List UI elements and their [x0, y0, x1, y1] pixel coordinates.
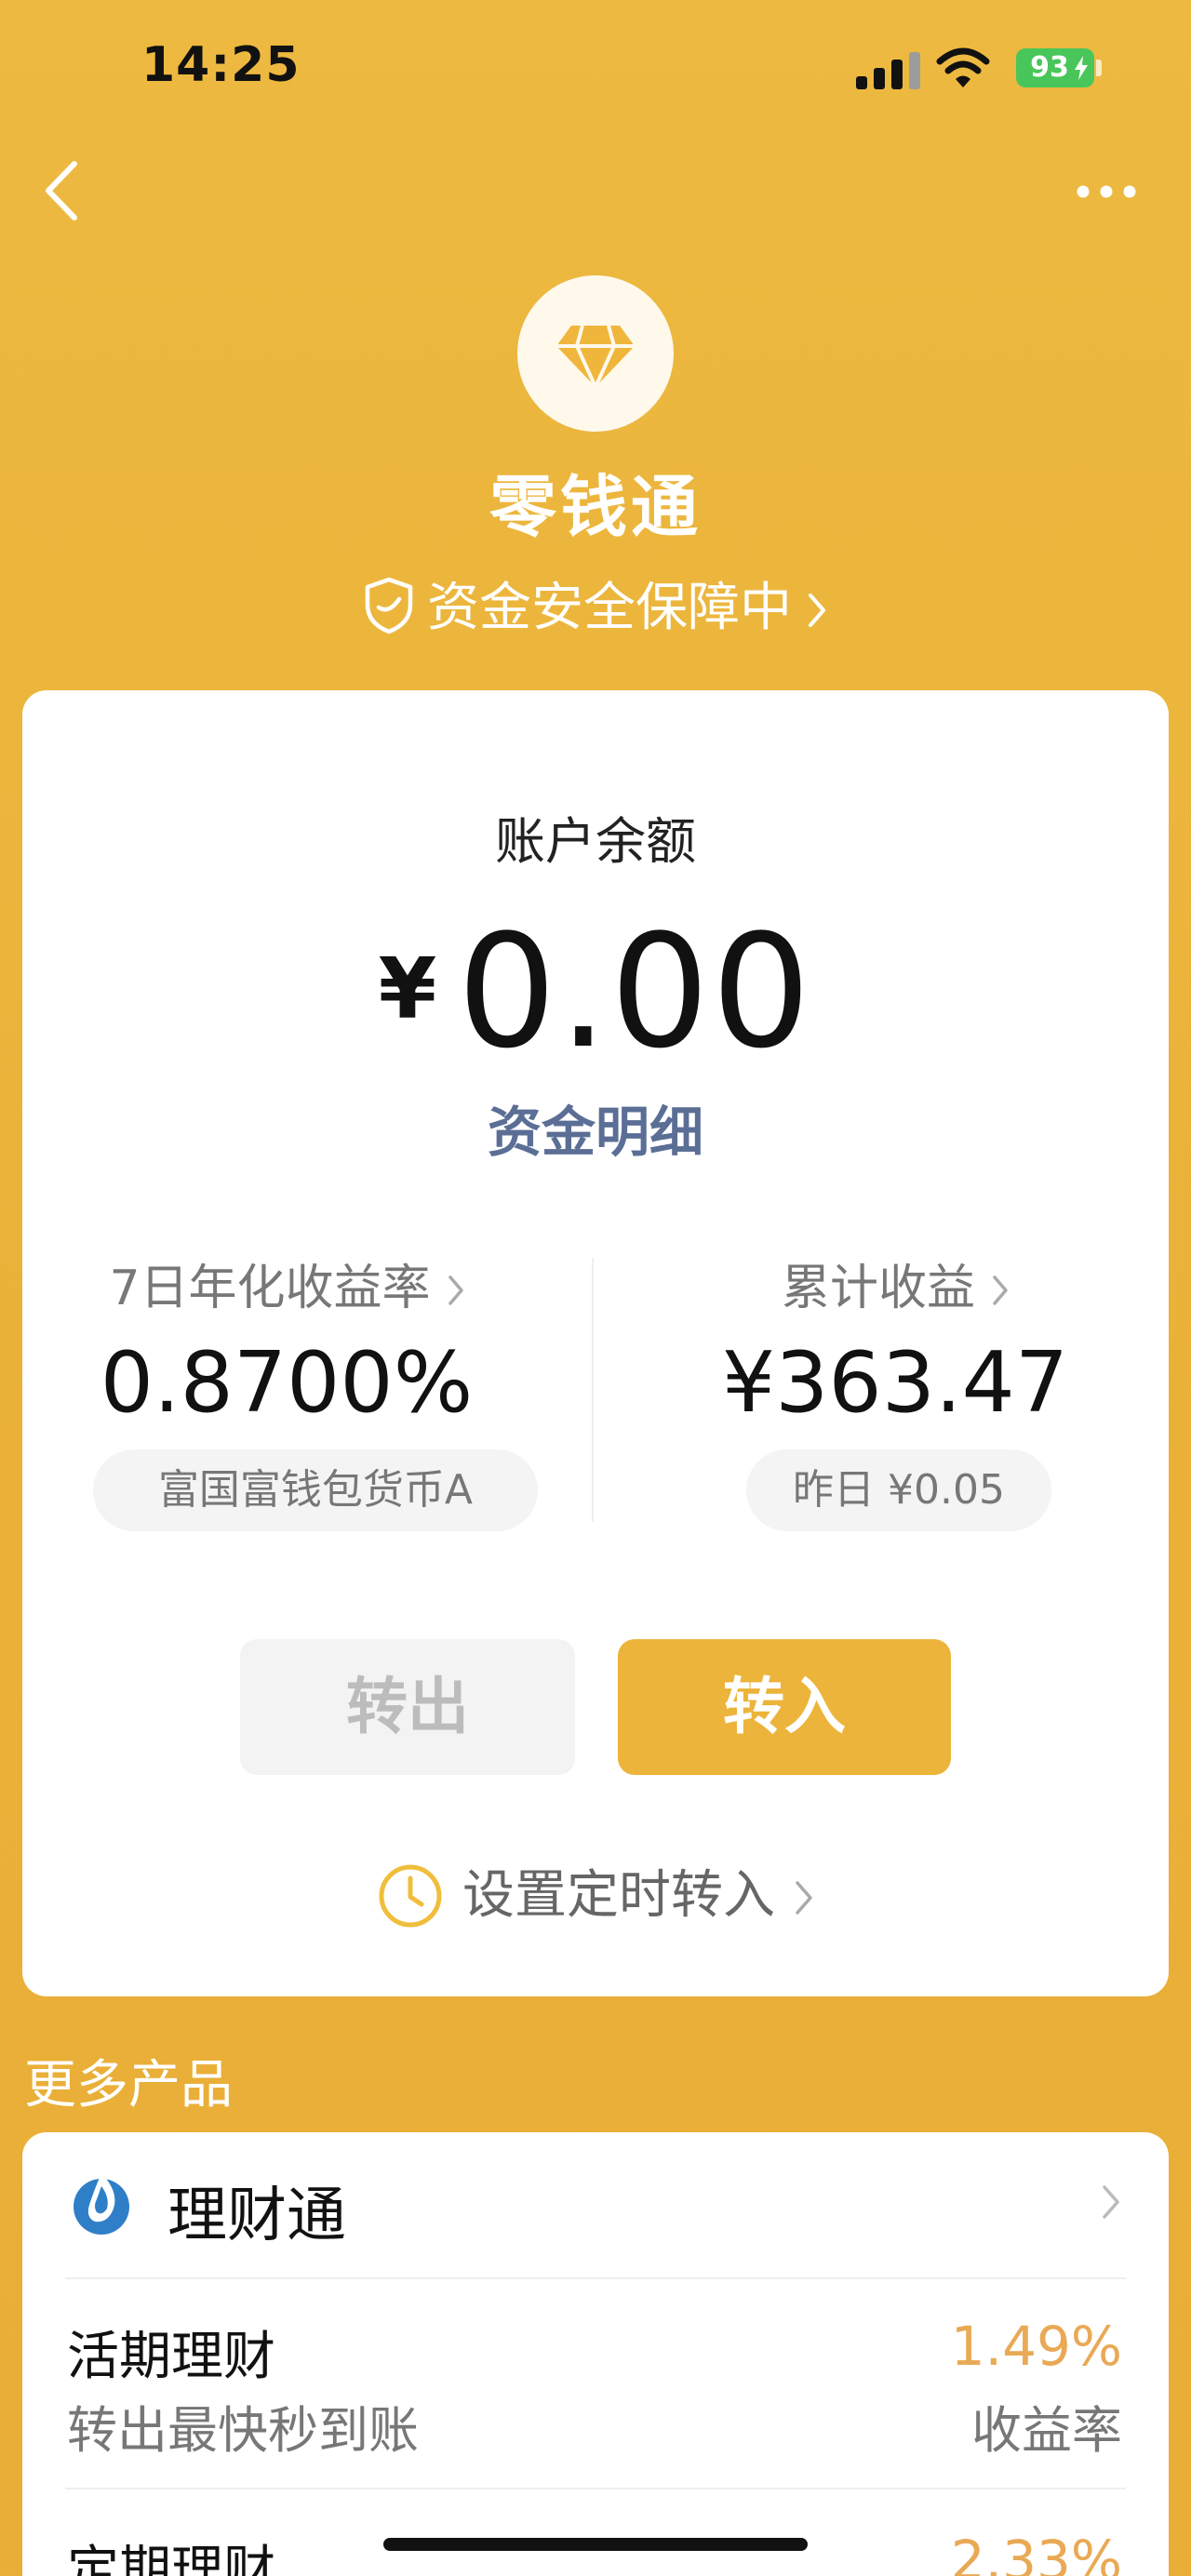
demand-finance-title[interactable]: 活期理财 — [67, 2315, 275, 2390]
shield-icon — [365, 577, 413, 634]
balance-label: 账户余额 — [495, 812, 696, 871]
battery-indicator: 93 — [1016, 48, 1094, 87]
back-chevron-icon[interactable] — [41, 158, 84, 223]
safety-link[interactable]: 资金安全保障中 — [0, 566, 1191, 641]
total-earnings-value: ¥363.47 — [721, 1334, 1069, 1432]
battery-cap — [1096, 60, 1102, 76]
wifi-icon — [936, 47, 990, 87]
home-indicator[interactable] — [383, 2538, 808, 2551]
status-time: 14:25 — [141, 37, 301, 93]
yield-label: 7日年化收益率 — [109, 1261, 431, 1316]
chevron-right-icon — [448, 1275, 463, 1305]
fund-detail-link[interactable]: 资金明细 — [22, 1088, 1169, 1167]
chevron-right-icon — [993, 1275, 1008, 1305]
demand-finance-rate: 1.49% — [950, 2315, 1122, 2378]
balance-value: 0.00 — [457, 901, 813, 1083]
fixed-finance-title[interactable]: 定期理财 — [67, 2529, 275, 2576]
safety-text: 资金安全保障中 — [427, 578, 792, 638]
charging-bolt-icon — [1075, 56, 1088, 80]
balance-card: 账户余额 ¥0.00 资金明细 7日年化收益率 0.8700% 富国富钱包货币A… — [22, 690, 1169, 1996]
scheduled-transfer-link[interactable]: 设置定时转入 — [22, 1853, 1169, 1929]
product-name: 理财通 — [167, 2182, 346, 2250]
fixed-finance-rate: 2.33% — [950, 2529, 1122, 2576]
diamond-icon — [556, 325, 635, 392]
stats-divider — [592, 1258, 594, 1522]
transfer-out-button[interactable]: 转出 — [240, 1639, 575, 1775]
schedule-text: 设置定时转入 — [462, 1865, 775, 1926]
divider — [65, 2277, 1126, 2279]
transfer-in-button[interactable]: 转入 — [618, 1639, 951, 1775]
page-title: 零钱通 — [488, 468, 702, 546]
lingqiantong-logo — [517, 275, 674, 432]
divider — [65, 2488, 1126, 2489]
licaitong-card[interactable]: 理财通 活期理财 转出最快秒到账 1.49% 收益率 定期理财 2.33% — [22, 2132, 1169, 2576]
chevron-right-icon — [1103, 2185, 1119, 2219]
currency-symbol: ¥ — [378, 941, 437, 1038]
yesterday-earnings-badge: 昨日 ¥0.05 — [746, 1449, 1051, 1531]
demand-finance-rate-label: 收益率 — [971, 2401, 1122, 2460]
total-label: 累计收益 — [781, 1261, 975, 1316]
demand-finance-subtitle: 转出最快秒到账 — [67, 2401, 419, 2460]
chevron-right-icon — [796, 1881, 812, 1915]
balance-amount: ¥0.00 — [22, 901, 1169, 1083]
licaitong-logo-icon — [74, 2173, 129, 2235]
clock-icon — [379, 1864, 442, 1928]
fund-name-badge[interactable]: 富国富钱包货币A — [93, 1449, 538, 1531]
total-earnings-link[interactable]: 累计收益 — [644, 1248, 1146, 1318]
cellular-signal-icon — [856, 52, 920, 89]
more-options-icon[interactable] — [1076, 182, 1137, 201]
yield-value: 0.8700% — [100, 1334, 474, 1432]
yield-rate-link[interactable]: 7日年化收益率 — [22, 1248, 551, 1318]
more-products-title: 更多产品 — [24, 2055, 233, 2116]
chevron-right-icon — [809, 594, 825, 627]
